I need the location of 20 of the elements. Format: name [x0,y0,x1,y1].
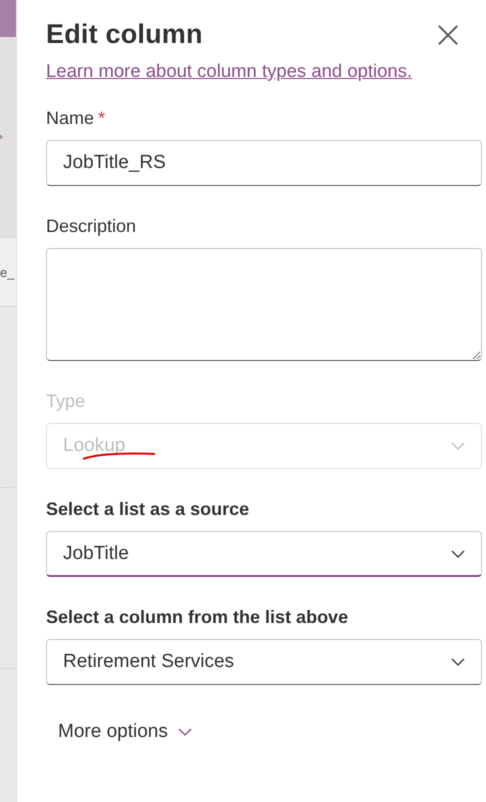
background-text: e_ [0,264,14,280]
close-button[interactable]: × [432,15,464,53]
name-field[interactable]: JobTitle_RS [46,140,482,186]
dropdown-field[interactable]: JobTitle [46,531,482,577]
more-options-button[interactable]: More options [58,721,192,743]
field-label: Select a column from the list above [46,607,348,628]
field-label: Type [46,391,86,412]
field-label: Name [46,108,94,129]
chevron-down-icon [178,728,192,736]
chevron-down-icon [451,550,465,558]
header-bar [0,0,16,37]
field-label: Description [46,216,136,237]
help-link[interactable]: Learn more about column types and options. [46,60,412,82]
chevron-down-icon [451,658,465,666]
description-field[interactable] [46,248,482,361]
chevron-down-icon [451,442,465,450]
panel-title: Edit column [46,18,203,50]
dropdown-field[interactable]: Retirement Services [46,639,482,685]
field-label: Select a list as a source [46,499,250,520]
required-mark: * [98,108,106,129]
